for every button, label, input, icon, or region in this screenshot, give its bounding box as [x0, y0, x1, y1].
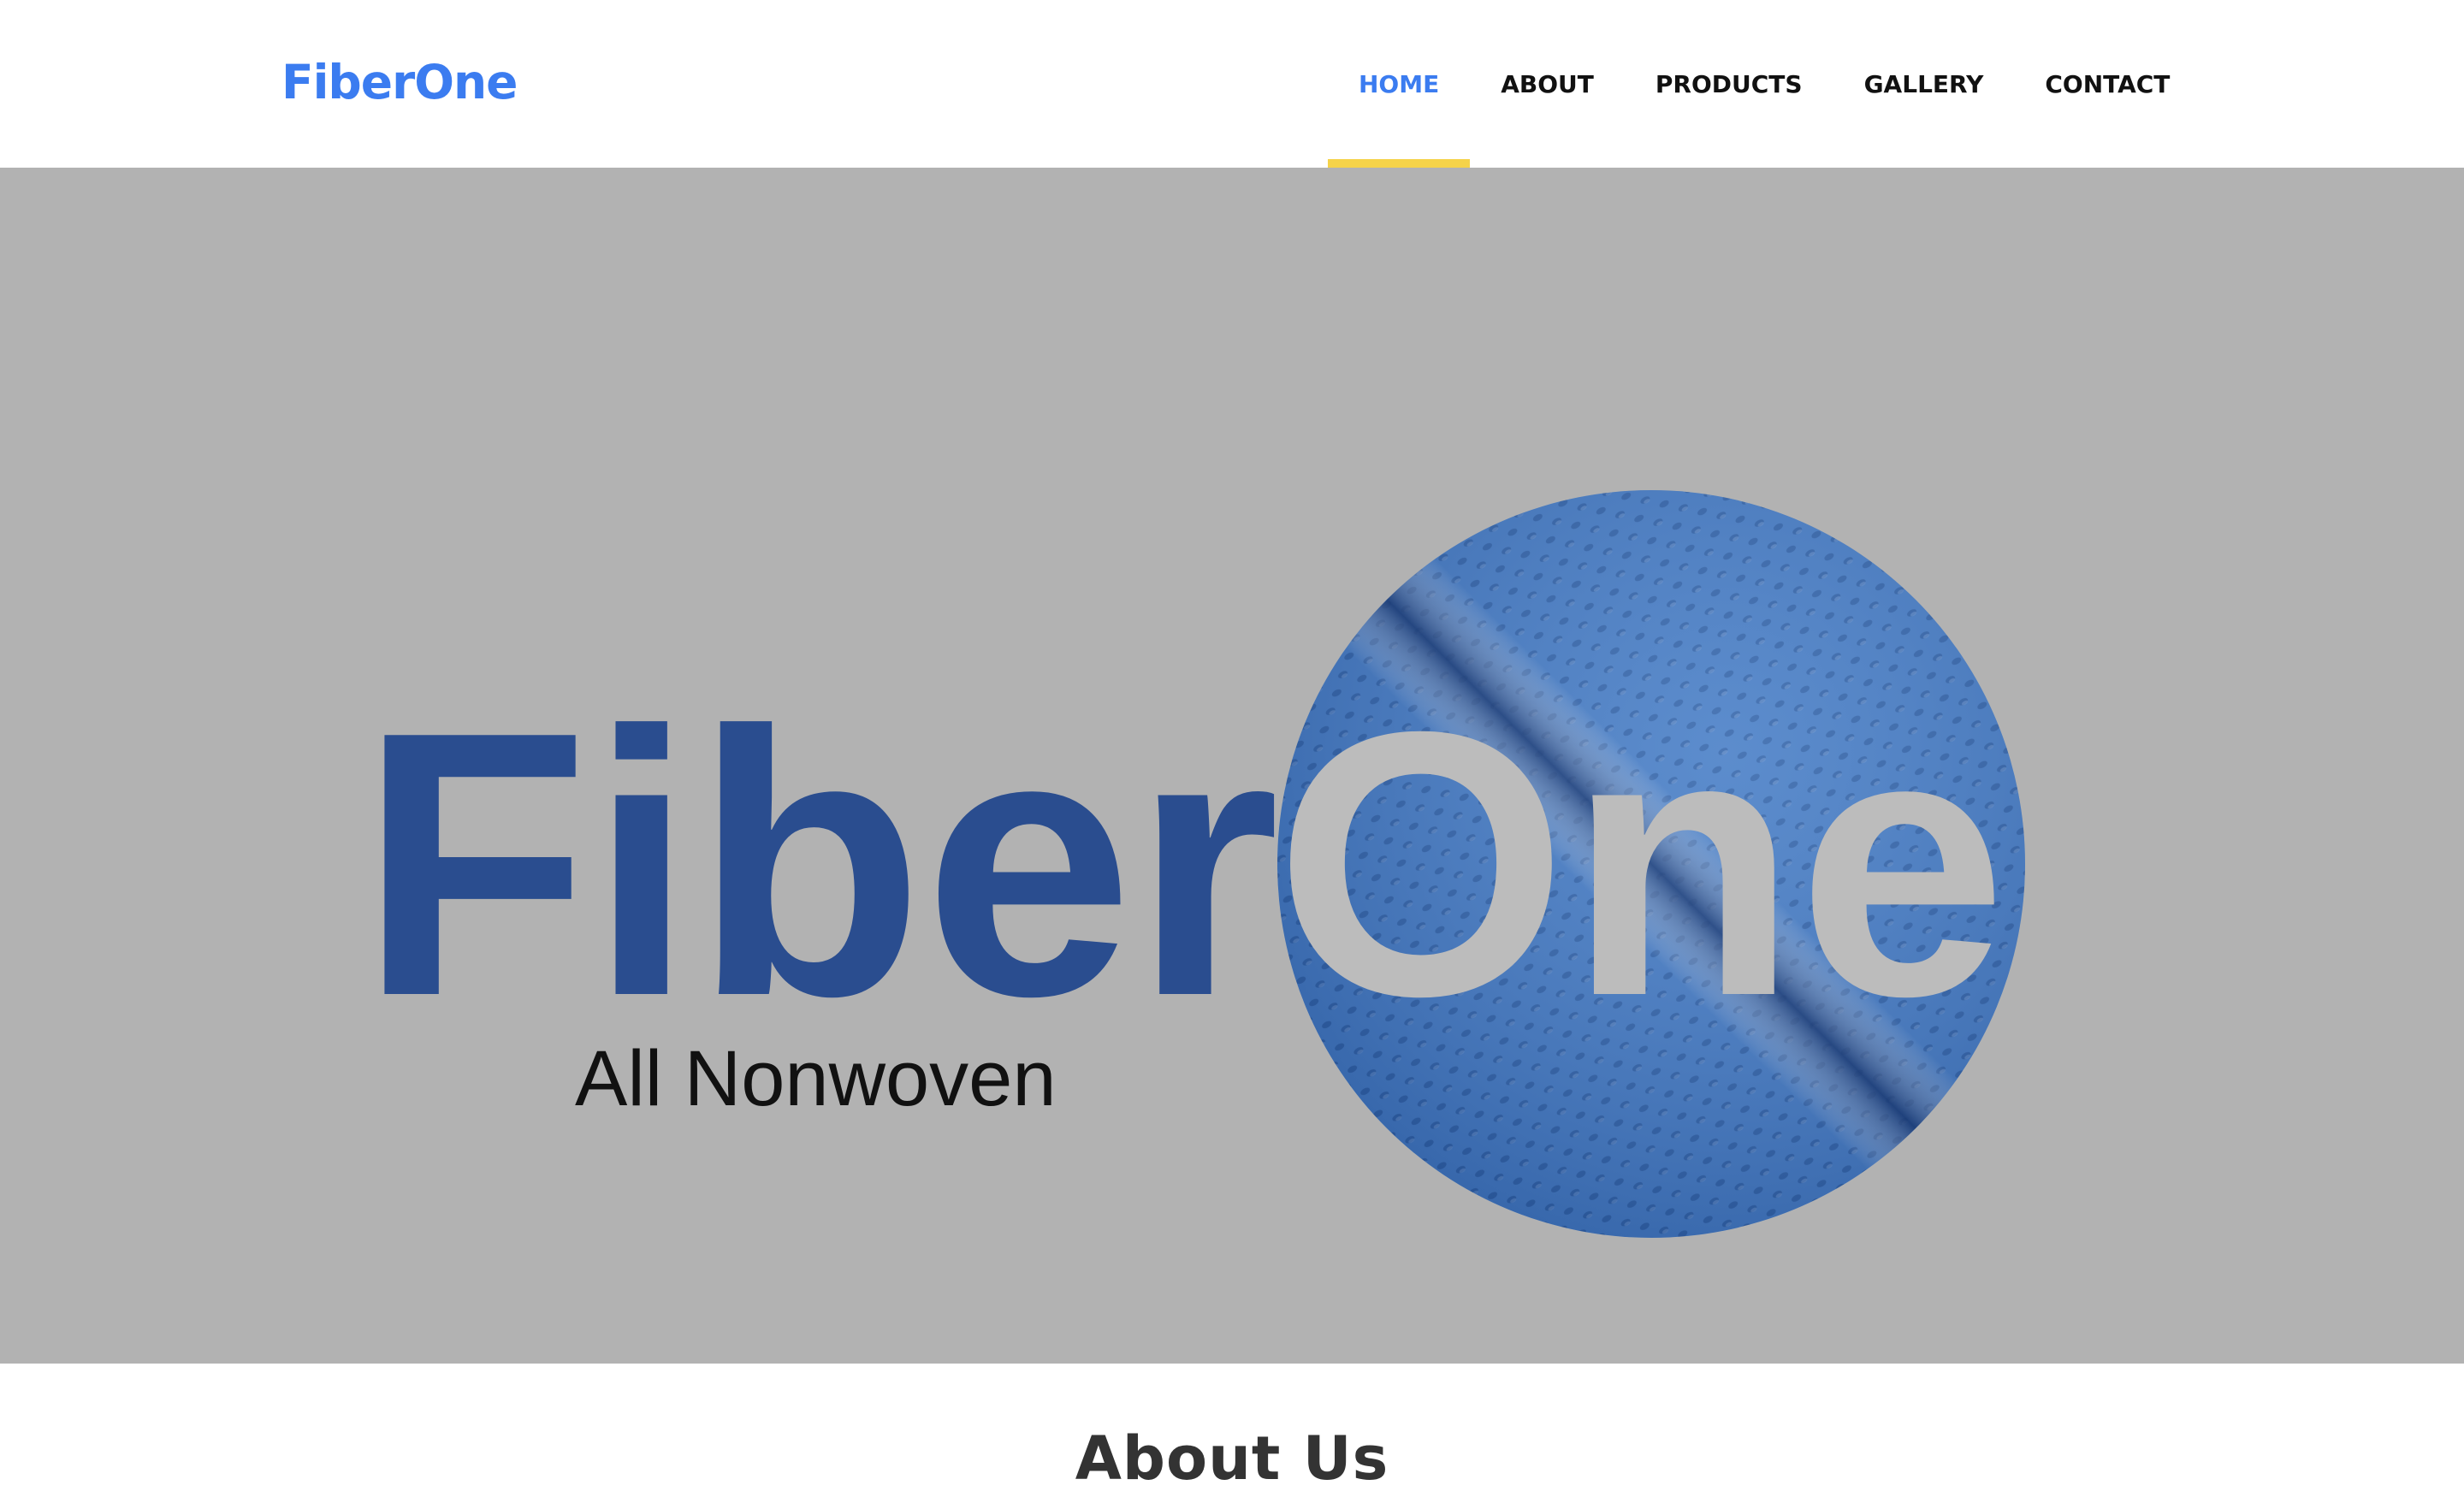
nav-item-products[interactable]: PRODUCTS: [1625, 0, 1833, 168]
hero-logo-word-one: One: [1275, 654, 2007, 1074]
main-nav: HOME ABOUT PRODUCTS GALLERY CONTACT: [1328, 0, 2200, 168]
nav-item-about[interactable]: ABOUT: [1470, 0, 1625, 168]
nav-item-label: PRODUCTS: [1655, 69, 1803, 98]
hero-logo-tagline: All Nonwoven: [575, 1035, 1057, 1122]
brand-logo[interactable]: FiberOne: [281, 50, 518, 115]
about-section-title: About Us: [1075, 1423, 1389, 1494]
nav-item-label: GALLERY: [1863, 69, 1984, 98]
hero-banner: Fiber One All Nonwoven: [0, 168, 2464, 1364]
nav-item-label: ABOUT: [1501, 69, 1594, 98]
nav-item-home[interactable]: HOME: [1328, 0, 1471, 168]
nav-item-gallery[interactable]: GALLERY: [1833, 0, 2015, 168]
active-nav-indicator: [1328, 159, 1471, 168]
hero-logo-image: Fiber One All Nonwoven: [359, 490, 2025, 1238]
nav-item-label: CONTACT: [2045, 69, 2171, 98]
site-header: FiberOne HOME ABOUT PRODUCTS GALLERY CON…: [0, 0, 2464, 168]
hero-logo-word-fiber: Fiber: [359, 654, 1280, 1074]
nav-item-label: HOME: [1359, 69, 1440, 98]
about-section: About Us: [0, 1364, 2464, 1494]
nav-item-contact[interactable]: CONTACT: [2014, 0, 2200, 168]
